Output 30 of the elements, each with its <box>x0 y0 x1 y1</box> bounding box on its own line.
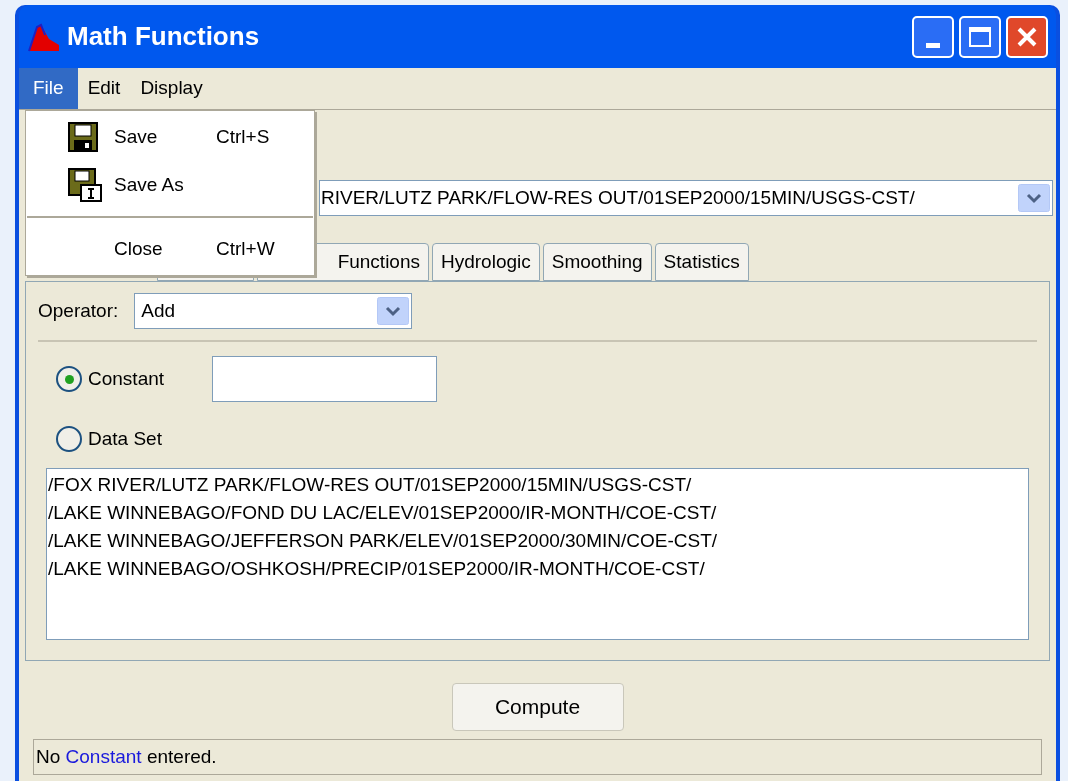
radio-button[interactable] <box>56 366 82 392</box>
list-item[interactable]: /LAKE WINNEBAGO/OSHKOSH/PRECIP/01SEP2000/IR-MONTH/COE-CST/ <box>48 555 1028 583</box>
menu-entry[interactable]: Save As <box>26 161 314 209</box>
close-button[interactable] <box>1006 15 1048 58</box>
menu-item[interactable]: File <box>19 68 78 109</box>
floppy-disk-icon <box>68 168 102 202</box>
dataset-combo[interactable]: RIVER/LUTZ PARK/FLOW-RES OUT/01SEP2000/15MIN/USGS-CST/ <box>319 180 1053 216</box>
radio-label: Constant <box>88 366 166 391</box>
compute-button[interactable]: Compute <box>451 683 624 731</box>
list-item[interactable]: /LAKE WINNEBAGO/FOND DU LAC/ELEV/01SEP2000/IR-MONTH/COE-CST/ <box>48 499 1028 527</box>
radio-label: Data Set <box>88 426 163 451</box>
menu-item[interactable]: Display <box>130 68 213 109</box>
menu-item[interactable]: Edit <box>77 68 131 109</box>
radio-button[interactable] <box>56 426 82 452</box>
menu-entry[interactable]: Save Ctrl+S <box>26 113 314 161</box>
close-icon <box>1016 25 1038 48</box>
status-message: No Constant entered. <box>36 744 217 769</box>
tab[interactable]: Hydrologic <box>432 243 540 281</box>
tab[interactable]: Smoothing <box>542 243 652 281</box>
operator-dropdown[interactable]: Add <box>134 293 413 329</box>
operator-label: Operator: <box>38 298 119 323</box>
maximize-button[interactable] <box>959 15 1001 58</box>
dataset-list[interactable] <box>46 468 1029 640</box>
constant-link[interactable]: Constant <box>65 745 147 767</box>
list-item[interactable]: /LAKE WINNEBAGO/JEFFERSON PARK/ELEV/01SEP2000/30MIN/COE-CST/ <box>48 527 1028 555</box>
tab[interactable]: Statistics <box>654 243 749 281</box>
list-item[interactable]: /FOX RIVER/LUTZ PARK/FLOW-RES OUT/01SEP2000/15MIN/USGS-CST/ <box>48 471 1028 499</box>
window-title: Math Functions <box>67 20 260 53</box>
constant-input-field[interactable] <box>212 356 437 402</box>
minimize-button[interactable] <box>912 15 954 58</box>
